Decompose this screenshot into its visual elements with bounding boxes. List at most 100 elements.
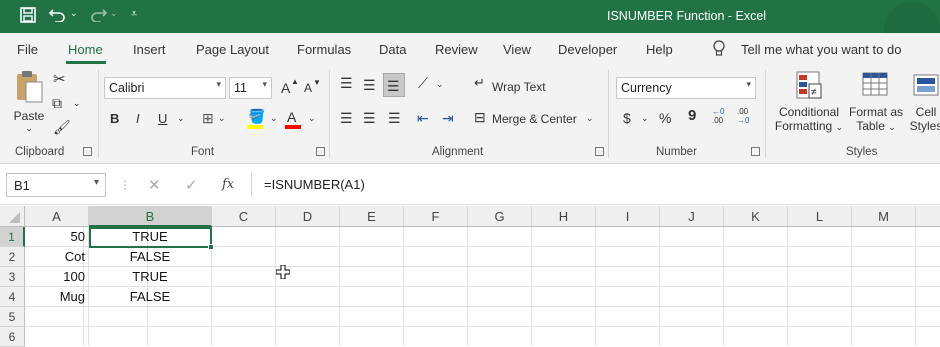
cell-styles-label-2: Styles [909, 119, 940, 133]
merge-center-button[interactable]: Merge & Center [492, 112, 577, 126]
column-header-a[interactable]: A [25, 206, 89, 227]
font-launcher-icon[interactable] [316, 147, 325, 156]
format-painter-icon[interactable]: 🖌 [53, 119, 71, 136]
italic-button[interactable]: I [136, 111, 140, 126]
undo-dropdown-icon[interactable]: ⌄ [70, 8, 78, 19]
copy-dropdown-icon[interactable]: ⌄ [73, 98, 81, 109]
paste-dropdown-icon[interactable]: ⌄ [10, 123, 48, 134]
column-header-j[interactable]: J [660, 206, 724, 227]
select-all-button[interactable] [0, 206, 25, 227]
cell-a3[interactable]: 100 [25, 267, 89, 287]
shrink-font-button[interactable]: A [304, 81, 312, 95]
increase-decimal-button[interactable]: .00 [712, 116, 723, 125]
column-header-k[interactable]: K [724, 206, 788, 227]
tab-formulas[interactable]: Formulas [297, 42, 351, 57]
paste-button[interactable]: Paste ⌄ [10, 70, 48, 136]
align-right-icon[interactable]: ☰ [388, 110, 401, 127]
tab-developer[interactable]: Developer [558, 42, 617, 57]
redo-icon[interactable] [89, 8, 108, 26]
accounting-dropdown-icon[interactable]: ⌄ [641, 113, 649, 124]
cut-icon[interactable]: ✂ [53, 70, 66, 88]
redo-dropdown-icon[interactable]: ⌄ [110, 8, 118, 19]
column-header-l[interactable]: L [788, 206, 852, 227]
borders-icon[interactable]: ⊞ [202, 110, 214, 127]
orientation-dropdown-icon[interactable]: ⌄ [436, 79, 444, 90]
tab-help[interactable]: Help [646, 42, 673, 57]
tab-insert[interactable]: Insert [133, 42, 166, 57]
increase-indent-icon[interactable]: ⇥ [442, 110, 454, 127]
cell-b2[interactable]: FALSE [89, 247, 212, 267]
conditional-formatting-button[interactable]: ≠ Conditional Formatting ⌄ [772, 70, 846, 140]
font-size-select[interactable]: 11 ▾ [229, 77, 272, 99]
bold-button[interactable]: B [110, 111, 119, 126]
number-format-select[interactable]: Currency ▾ [616, 77, 756, 99]
column-header-d[interactable]: D [276, 206, 340, 227]
underline-button[interactable]: U [158, 111, 167, 126]
underline-dropdown-icon[interactable]: ⌄ [177, 113, 185, 124]
column-header-c[interactable]: C [212, 206, 276, 227]
merge-dropdown-icon[interactable]: ⌄ [586, 113, 594, 124]
tab-home[interactable]: Home [68, 42, 103, 57]
cell-styles-button[interactable]: Cell Styles [906, 70, 940, 140]
formula-input[interactable]: =ISNUMBER(A1) [251, 173, 940, 197]
undo-icon[interactable] [48, 8, 67, 26]
font-name-select[interactable]: Calibri ▾ [104, 77, 226, 99]
cancel-icon[interactable]: ✕ [148, 176, 161, 194]
fill-color-icon[interactable]: 🪣 [248, 108, 265, 125]
alignment-launcher-icon[interactable] [595, 147, 604, 156]
row-header-5[interactable]: 5 [0, 307, 25, 327]
copy-icon[interactable]: ⧉ [52, 95, 62, 112]
customize-icon[interactable]: ⩡ [131, 8, 137, 21]
menu-bar: File Home Insert Page Layout Formulas Da… [0, 33, 940, 64]
column-header-f[interactable]: F [404, 206, 468, 227]
row-header-1[interactable]: 1 [0, 227, 25, 247]
tab-file[interactable]: File [17, 42, 38, 57]
column-header-i[interactable]: I [596, 206, 660, 227]
decrease-indent-icon[interactable]: ⇤ [417, 110, 429, 127]
orientation-icon[interactable]: ⟋ [418, 75, 428, 92]
column-header-n[interactable] [916, 206, 940, 227]
borders-dropdown-icon[interactable]: ⌄ [218, 113, 226, 124]
row-header-4[interactable]: 4 [0, 287, 25, 307]
decrease-decimal-button[interactable]: .00 [737, 107, 748, 116]
font-color-icon[interactable]: A [287, 109, 296, 125]
percent-button[interactable]: % [659, 110, 671, 126]
column-header-b[interactable]: B [89, 206, 212, 227]
comma-style-button[interactable]: 9 [688, 107, 696, 124]
number-launcher-icon[interactable] [751, 147, 760, 156]
tell-me-search[interactable]: Tell me what you want to do [741, 42, 901, 57]
row-header-2[interactable]: 2 [0, 247, 25, 267]
clipboard-launcher-icon[interactable] [83, 147, 92, 156]
fill-color-dropdown-icon[interactable]: ⌄ [270, 113, 278, 124]
cell-b3[interactable]: TRUE [89, 267, 212, 287]
grow-font-button[interactable]: A [281, 80, 290, 96]
cell-b4[interactable]: FALSE [89, 287, 212, 307]
tab-data[interactable]: Data [379, 42, 406, 57]
enter-icon[interactable]: ✓ [185, 176, 198, 194]
align-middle-icon[interactable]: ☰ [363, 77, 376, 94]
align-center-icon[interactable]: ☰ [363, 110, 376, 127]
save-icon[interactable] [20, 7, 36, 27]
font-color-dropdown-icon[interactable]: ⌄ [308, 113, 316, 124]
fill-handle[interactable] [208, 244, 214, 250]
name-box[interactable]: B1 ▾ [6, 173, 106, 197]
format-as-table-button[interactable]: Format as Table ⌄ [846, 70, 906, 140]
accounting-format-button[interactable]: $ [623, 110, 631, 126]
tab-view[interactable]: View [503, 42, 531, 57]
tab-page-layout[interactable]: Page Layout [196, 42, 269, 57]
row-header-6[interactable]: 6 [0, 327, 25, 347]
cell-a1[interactable]: 50 [25, 227, 89, 247]
cell-styles-label-1: Cell [915, 105, 937, 119]
align-left-icon[interactable]: ☰ [340, 110, 353, 127]
column-header-g[interactable]: G [468, 206, 532, 227]
cell-a4[interactable]: Mug [25, 287, 89, 307]
align-top-icon[interactable]: ☰ [340, 75, 353, 92]
column-header-e[interactable]: E [340, 206, 404, 227]
tab-review[interactable]: Review [435, 42, 478, 57]
row-header-3[interactable]: 3 [0, 267, 25, 287]
cell-a2[interactable]: Cot [25, 247, 89, 267]
column-header-m[interactable]: M [852, 206, 916, 227]
insert-function-button[interactable]: fx [222, 177, 234, 192]
wrap-text-button[interactable]: Wrap Text [492, 80, 546, 94]
column-header-h[interactable]: H [532, 206, 596, 227]
